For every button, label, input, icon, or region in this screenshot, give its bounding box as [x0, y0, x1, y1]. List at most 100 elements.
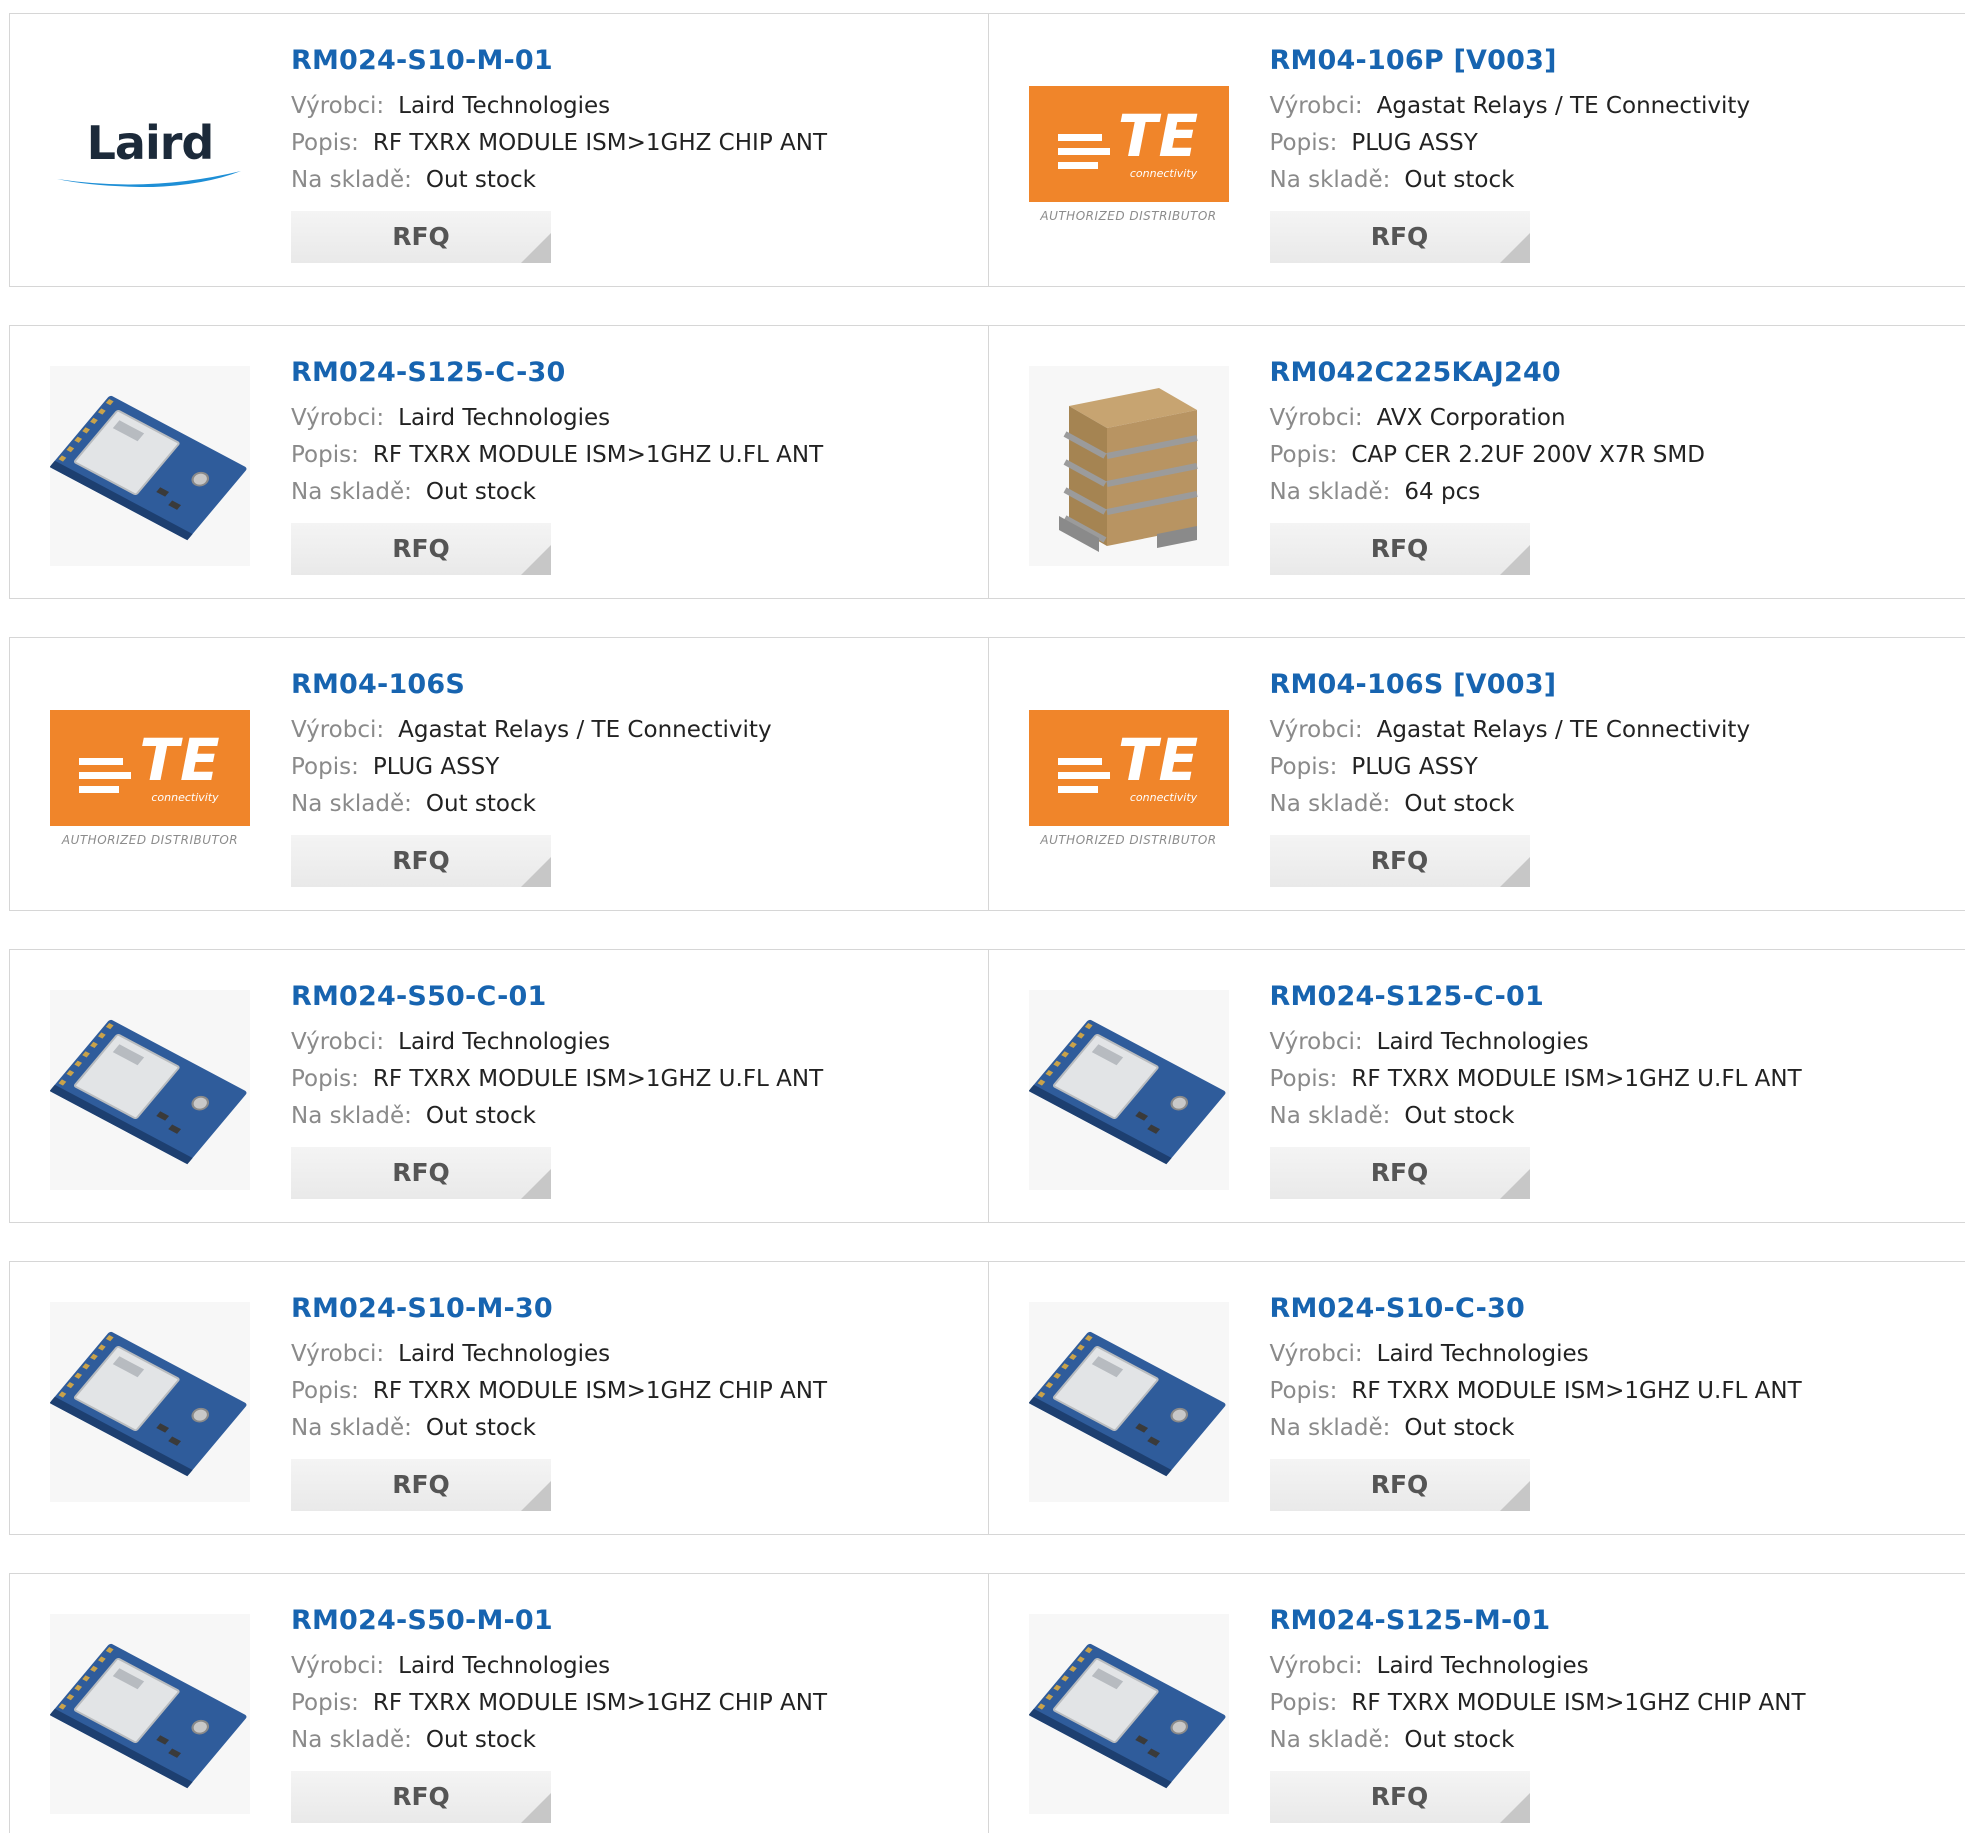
- rfq-button[interactable]: RFQ: [291, 1459, 551, 1511]
- part-number-link[interactable]: RM024-S10-C-30: [1270, 1292, 1525, 1326]
- rfq-button[interactable]: RFQ: [1269, 835, 1530, 887]
- product-thumbnail[interactable]: [1028, 990, 1229, 1190]
- stock-value: Out stock: [425, 167, 536, 193]
- product-info: RM024-S50-M-01 Výrobci: Laird Technologie…: [291, 1604, 978, 1823]
- description-label: Popis:: [1269, 1378, 1338, 1404]
- stock-line: Na skladě: 64 pcs: [1270, 474, 1956, 511]
- description-value: RF TXRX MODULE ISM>1GHZ U.FL ANT: [1351, 1378, 1802, 1404]
- product-thumbnail[interactable]: [50, 990, 250, 1190]
- part-number-link[interactable]: RM04-106S: [291, 668, 465, 702]
- part-number-link[interactable]: RM04-106P [V003]: [1270, 44, 1557, 78]
- product-info: RM024-S10-M-01 Výrobci: Laird Technologie…: [291, 44, 978, 263]
- authorized-distributor-label: AUTHORIZED DISTRIBUTOR: [61, 832, 239, 847]
- rf-module-photo: [1028, 990, 1229, 1190]
- rfq-button[interactable]: RFQ: [291, 523, 551, 575]
- rfq-button[interactable]: RFQ: [291, 211, 551, 263]
- te-bars-icon: [79, 758, 132, 793]
- description-line: Popis: PLUG ASSY: [1270, 125, 1956, 162]
- part-number-link[interactable]: RM024-S50-C-01: [291, 980, 546, 1014]
- stock-label: Na skladě:: [1269, 1415, 1391, 1441]
- manufacturer-value: Agastat Relays / TE Connectivity: [1376, 717, 1751, 743]
- rfq-button[interactable]: RFQ: [1269, 1771, 1530, 1823]
- stock-value: Out stock: [1404, 1415, 1515, 1441]
- product-info: RM024-S10-M-30 Výrobci: Laird Technologie…: [291, 1292, 978, 1511]
- laird-swoosh-icon: [57, 171, 241, 187]
- rfq-button-label: RFQ: [392, 1782, 450, 1811]
- manufacturer-line: Výrobci: Laird Technologies: [1270, 1648, 1956, 1685]
- description-label: Popis:: [291, 754, 359, 780]
- rfq-button[interactable]: RFQ: [1269, 523, 1530, 575]
- part-number-link[interactable]: RM024-S50-M-01: [291, 1604, 553, 1638]
- manufacturer-value: Laird Technologies: [398, 1653, 611, 1679]
- product-thumbnail[interactable]: TE connectivity AUTHORIZED DISTRIBUTOR: [1028, 54, 1229, 254]
- product-card: TE connectivity AUTHORIZED DISTRIBUTOR R…: [10, 638, 988, 910]
- manufacturer-value: Laird Technologies: [398, 1029, 611, 1055]
- stock-label: Na skladě:: [291, 1415, 412, 1441]
- part-number-link[interactable]: RM042C225KAJ240: [1270, 356, 1561, 390]
- stock-line: Na skladě: Out stock: [1270, 1410, 1956, 1447]
- corner-triangle-icon: [1499, 1793, 1530, 1823]
- corner-triangle-icon: [521, 1169, 551, 1199]
- description-label: Popis:: [1269, 442, 1338, 468]
- description-label: Popis:: [291, 130, 359, 156]
- description-line: Popis: RF TXRX MODULE ISM>1GHZ U.FL ANT: [1270, 1061, 1956, 1098]
- product-info: RM04-106S [V003] Výrobci: Agastat Relays …: [1269, 668, 1956, 887]
- part-number-link[interactable]: RM024-S125-C-30: [291, 356, 565, 390]
- rfq-button[interactable]: RFQ: [1269, 1459, 1530, 1511]
- laird-logo-wordmark: Laird: [86, 116, 215, 170]
- description-value: RF TXRX MODULE ISM>1GHZ CHIP ANT: [1351, 1690, 1806, 1716]
- manufacturer-line: Výrobci: Agastat Relays / TE Connectivity: [1270, 88, 1956, 125]
- manufacturer-label: Výrobci:: [291, 1653, 385, 1679]
- product-thumbnail[interactable]: Laird: [50, 54, 250, 254]
- part-number-link[interactable]: RM04-106S [V003]: [1270, 668, 1557, 702]
- manufacturer-label: Výrobci:: [291, 1341, 385, 1367]
- product-grid: Laird RM024-S10-M-01 Výrobci: Laird Techn…: [0, 0, 1965, 1833]
- part-number-link[interactable]: RM024-S10-M-01: [291, 44, 553, 78]
- product-thumbnail[interactable]: [50, 366, 250, 566]
- product-card: RM024-S125-C-30 Výrobci: Laird Technologi…: [10, 326, 988, 598]
- corner-triangle-icon: [521, 857, 551, 887]
- stock-line: Na skladě: Out stock: [291, 162, 978, 199]
- product-thumbnail[interactable]: [50, 1302, 250, 1502]
- product-row: TE connectivity AUTHORIZED DISTRIBUTOR R…: [9, 637, 1965, 911]
- description-line: Popis: RF TXRX MODULE ISM>1GHZ CHIP ANT: [291, 1373, 978, 1410]
- stock-value: Out stock: [425, 479, 536, 505]
- rfq-button[interactable]: RFQ: [1269, 1147, 1530, 1199]
- description-value: RF TXRX MODULE ISM>1GHZ U.FL ANT: [1351, 1066, 1802, 1092]
- product-thumbnail[interactable]: TE connectivity AUTHORIZED DISTRIBUTOR: [1028, 678, 1229, 878]
- stock-value: Out stock: [425, 1415, 536, 1441]
- product-thumbnail[interactable]: [50, 1614, 250, 1814]
- manufacturer-label: Výrobci:: [291, 405, 385, 431]
- part-number-link[interactable]: RM024-S10-M-30: [291, 1292, 553, 1326]
- description-value: RF TXRX MODULE ISM>1GHZ U.FL ANT: [372, 442, 824, 468]
- manufacturer-line: Výrobci: Agastat Relays / TE Connectivity: [1270, 712, 1956, 749]
- stock-label: Na skladě:: [291, 1727, 412, 1753]
- rfq-button[interactable]: RFQ: [1269, 211, 1530, 263]
- rfq-button[interactable]: RFQ: [291, 835, 551, 887]
- description-label: Popis:: [1269, 754, 1338, 780]
- part-number-link[interactable]: RM024-S125-M-01: [1270, 1604, 1551, 1638]
- manufacturer-label: Výrobci:: [1269, 1341, 1363, 1367]
- stock-line: Na skladě: Out stock: [291, 786, 978, 823]
- product-thumbnail[interactable]: [1028, 366, 1229, 566]
- product-thumbnail[interactable]: [1028, 1302, 1229, 1502]
- product-thumbnail[interactable]: [1028, 1614, 1229, 1814]
- product-info: RM042C225KAJ240 Výrobci: AVX Corporation …: [1269, 356, 1956, 575]
- product-thumbnail[interactable]: TE connectivity AUTHORIZED DISTRIBUTOR: [50, 678, 250, 878]
- product-card: RM042C225KAJ240 Výrobci: AVX Corporation …: [987, 326, 1965, 598]
- description-value: RF TXRX MODULE ISM>1GHZ CHIP ANT: [372, 1378, 827, 1404]
- rfq-button-label: RFQ: [1370, 846, 1429, 875]
- manufacturer-value: Laird Technologies: [1376, 1341, 1589, 1367]
- part-number-link[interactable]: RM024-S125-C-01: [1270, 980, 1544, 1014]
- description-value: RF TXRX MODULE ISM>1GHZ U.FL ANT: [372, 1066, 824, 1092]
- manufacturer-label: Výrobci:: [291, 717, 385, 743]
- rfq-button[interactable]: RFQ: [291, 1771, 551, 1823]
- stock-value: Out stock: [1404, 1103, 1515, 1129]
- product-info: RM024-S125-C-01 Výrobci: Laird Technologi…: [1269, 980, 1956, 1199]
- stock-line: Na skladě: Out stock: [291, 474, 978, 511]
- description-line: Popis: RF TXRX MODULE ISM>1GHZ CHIP ANT: [291, 125, 978, 162]
- rfq-button[interactable]: RFQ: [291, 1147, 551, 1199]
- manufacturer-line: Výrobci: Agastat Relays / TE Connectivity: [291, 712, 978, 749]
- description-label: Popis:: [1269, 1066, 1338, 1092]
- manufacturer-label: Výrobci:: [1269, 405, 1363, 431]
